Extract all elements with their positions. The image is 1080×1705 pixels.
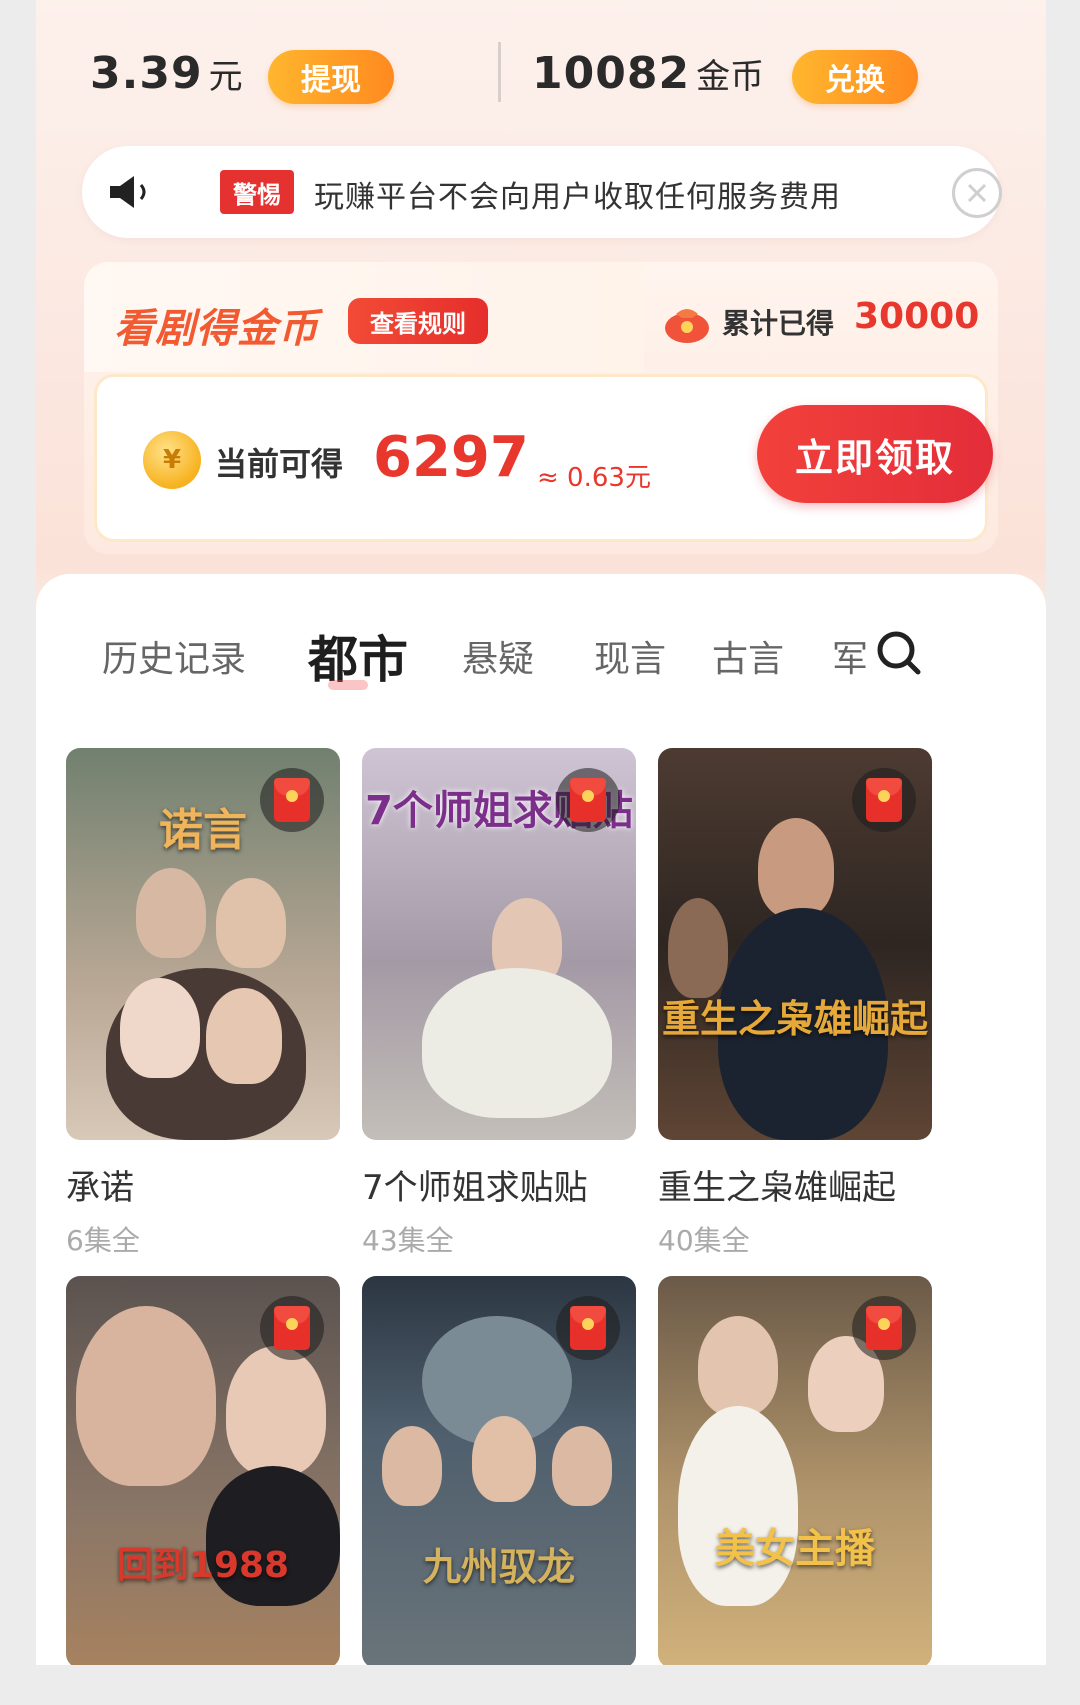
drama-card[interactable]: 诺言 承诺 6集全 xyxy=(66,748,340,1259)
drama-episodes: 43集全 xyxy=(362,1224,454,1257)
close-notice-button[interactable] xyxy=(952,168,1002,218)
earn-coins-card: 看剧得金币 查看规则 累计已得 30000 ¥ 当前可得 6297 ≈ 0.63… xyxy=(84,262,998,554)
drama-title: 7个师姐求贴贴 xyxy=(362,1168,588,1208)
drama-card[interactable]: 九州驭龙 xyxy=(362,1276,636,1665)
red-packet-icon xyxy=(556,768,620,832)
drama-poster[interactable]: 美女主播 xyxy=(658,1276,932,1665)
drama-poster[interactable]: 7个师姐求贴贴 xyxy=(362,748,636,1140)
wallet-bar: 3.39 元 提现 10082 金币 兑换 xyxy=(36,40,1046,120)
money-bag-icon xyxy=(665,309,709,343)
tab-history[interactable]: 历史记录 xyxy=(102,630,246,682)
current-earn-panel: ¥ 当前可得 6297 ≈ 0.63元 立即领取 xyxy=(94,374,993,542)
exchange-button[interactable]: 兑换 xyxy=(792,50,918,104)
tab-urban[interactable]: 都市 xyxy=(308,620,408,692)
coin-icon: ¥ xyxy=(143,431,201,489)
warning-tag: 警惕 xyxy=(220,170,294,214)
current-earn-approx: ≈ 0.63元 xyxy=(537,463,651,493)
total-earned-value: 30000 xyxy=(854,296,980,337)
coins-value: 10082 xyxy=(532,48,691,99)
red-packet-icon xyxy=(556,1296,620,1360)
notice-text: 玩赚平台不会向用户收取任何服务费用 xyxy=(314,180,841,215)
tab-military[interactable]: 军 xyxy=(832,630,868,682)
drama-card[interactable]: 7个师姐求贴贴 7个师姐求贴贴 43集全 xyxy=(362,748,636,1259)
tab-suspense[interactable]: 悬疑 xyxy=(462,630,534,682)
drama-title: 承诺 xyxy=(66,1168,134,1208)
drama-card[interactable]: 回到1988 xyxy=(66,1276,340,1665)
poster-title: 九州驭龙 xyxy=(422,1545,575,1589)
cash-value: 3.39 xyxy=(90,48,203,99)
red-packet-icon xyxy=(852,768,916,832)
red-packet-icon xyxy=(260,768,324,832)
content-panel: 历史记录 都市 悬疑 现言 古言 军 诺言 承诺 6集全 7个师姐求贴贴 7个师… xyxy=(36,574,1046,1665)
drama-poster[interactable]: 诺言 xyxy=(66,748,340,1140)
poster-title: 重生之枭雄崛起 xyxy=(661,997,928,1041)
drama-episodes: 40集全 xyxy=(658,1224,750,1257)
coin-balance: 10082 金币 xyxy=(532,48,764,99)
red-packet-icon xyxy=(260,1296,324,1360)
earn-title: 看剧得金币 xyxy=(114,306,319,352)
current-earn-label: 当前可得 xyxy=(215,445,344,483)
drama-episodes: 6集全 xyxy=(66,1224,140,1257)
search-icon[interactable] xyxy=(874,628,924,678)
poster-title: 美女主播 xyxy=(715,1526,875,1572)
cash-unit: 元 xyxy=(208,57,243,97)
tab-modern-romance[interactable]: 现言 xyxy=(594,630,666,682)
divider xyxy=(498,42,501,102)
tab-ancient-romance[interactable]: 古言 xyxy=(712,630,784,682)
drama-card[interactable]: 重生之枭雄崛起 重生之枭雄崛起 40集全 xyxy=(658,748,932,1259)
view-rules-button[interactable]: 查看规则 xyxy=(348,298,488,344)
coins-unit: 金币 xyxy=(696,57,765,97)
drama-poster[interactable]: 重生之枭雄崛起 xyxy=(658,748,932,1140)
drama-poster[interactable]: 回到1988 xyxy=(66,1276,340,1665)
close-icon xyxy=(967,183,987,203)
drama-card[interactable]: 美女主播 xyxy=(658,1276,932,1665)
poster-title: 回到1988 xyxy=(116,1545,290,1586)
cash-balance: 3.39 元 xyxy=(90,48,243,99)
withdraw-button[interactable]: 提现 xyxy=(268,50,394,104)
notice-bar: 警惕 玩赚平台不会向用户收取任何服务费用 xyxy=(82,146,1002,238)
current-earn-value: 6297 xyxy=(373,425,529,490)
drama-title: 重生之枭雄崛起 xyxy=(658,1168,896,1208)
red-packet-icon xyxy=(852,1296,916,1360)
app-screen: 3.39 元 提现 10082 金币 兑换 警惕 玩赚平台不会向用户收取任何服务… xyxy=(36,0,1046,1665)
claim-button[interactable]: 立即领取 xyxy=(757,405,993,503)
category-tabs: 历史记录 都市 悬疑 现言 古言 军 xyxy=(36,622,1046,692)
speaker-icon xyxy=(110,176,146,208)
drama-poster[interactable]: 九州驭龙 xyxy=(362,1276,636,1665)
total-earned-label: 累计已得 xyxy=(722,307,835,340)
